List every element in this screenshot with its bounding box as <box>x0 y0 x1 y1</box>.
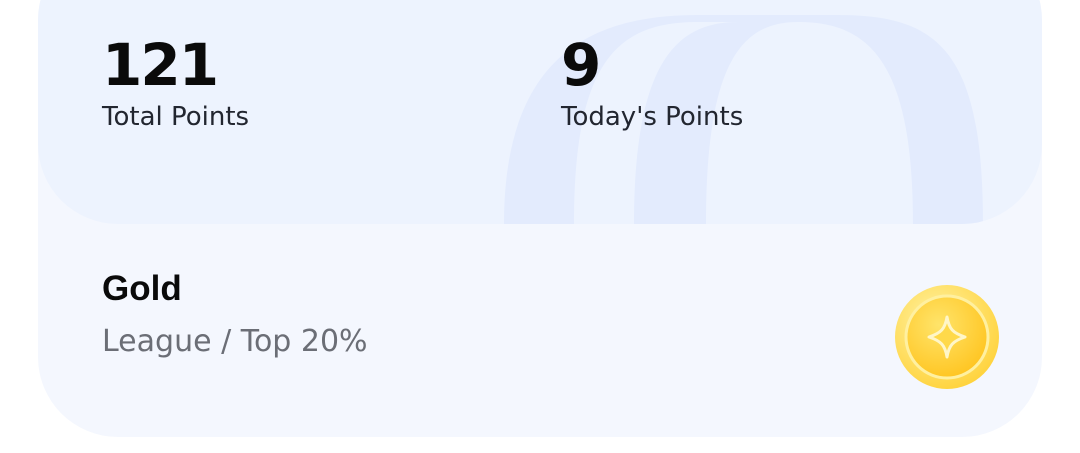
league-name: Gold <box>102 269 182 308</box>
todays-points-stat: 9 Today's Points <box>561 32 743 134</box>
total-points-value: 121 <box>102 31 219 99</box>
gold-coin-sparkle-icon <box>895 285 999 389</box>
todays-points-label: Today's Points <box>561 102 744 132</box>
total-points-label: Total Points <box>102 102 250 132</box>
league-row[interactable]: Gold League / Top 20% <box>38 224 1042 437</box>
total-points-stat: 121 Total Points <box>102 32 249 134</box>
todays-points-value: 9 <box>561 31 601 99</box>
points-stats-panel: 121 Total Points 9 Today's Points <box>38 0 1042 224</box>
points-card: 121 Total Points 9 Today's Points Gold L… <box>38 0 1042 437</box>
league-subtitle: League / Top 20% <box>102 324 368 359</box>
